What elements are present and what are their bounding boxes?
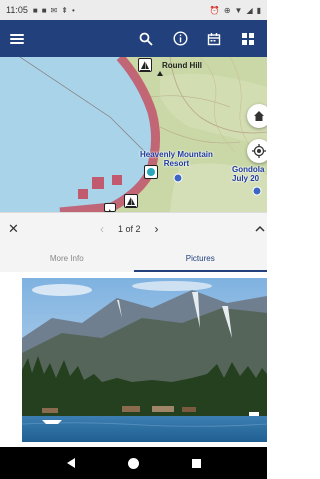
tab-more-info-label: More Info	[49, 253, 84, 263]
map-label-gondola-line2: July 20	[232, 174, 260, 183]
sailboat-marker-icon[interactable]	[138, 58, 152, 72]
my-location-icon	[252, 144, 266, 158]
pager-nav: ‹ 1 of 2 ›	[100, 213, 159, 245]
wifi-icon: ▼	[234, 5, 243, 15]
map-label-gondola: Gondola July 20	[232, 165, 264, 183]
mail-icon: ✉	[50, 5, 58, 15]
sailboat-marker-icon[interactable]	[104, 203, 116, 212]
status-bar: 11:05 ■ ■ ✉ ⇞ • ⏰ ⊕ ▼ ◢ ▮	[0, 0, 267, 20]
my-location-button[interactable]	[247, 139, 267, 163]
app-bar-actions	[137, 30, 257, 48]
tab-pictures-label: Pictures	[185, 253, 215, 263]
home-icon	[254, 111, 264, 121]
next-arrow-icon[interactable]: ›	[155, 222, 159, 236]
tab-pictures[interactable]: Pictures	[133, 244, 268, 272]
selected-place-marker-icon[interactable]	[144, 165, 158, 179]
place-photo[interactable]	[22, 278, 267, 442]
detail-pager-bar: ✕ ‹ 1 of 2 ›	[0, 212, 267, 244]
sailboat-marker-icon[interactable]	[124, 194, 138, 208]
app-bar	[0, 20, 267, 57]
tab-more-info[interactable]: More Info	[0, 244, 134, 272]
detail-tabs: More Info Pictures	[0, 244, 267, 272]
map-canvas	[0, 57, 267, 212]
notification-icon: ■	[32, 5, 38, 15]
home-button[interactable]	[247, 104, 267, 128]
status-right-icons: ⏰ ⊕ ▼ ◢ ▮	[210, 6, 261, 15]
info-icon[interactable]	[171, 30, 189, 48]
home-circle-icon[interactable]	[127, 457, 139, 469]
chevron-up-icon[interactable]	[255, 222, 265, 236]
previous-arrow-icon[interactable]: ‹	[100, 222, 104, 236]
map-label-round-hill: Round Hill	[162, 61, 202, 70]
vibrate-icon: ⊕	[223, 5, 231, 15]
back-icon[interactable]	[66, 458, 75, 468]
signal-icon: ◢	[246, 5, 253, 15]
alarm-icon: ⏰	[209, 5, 220, 15]
map-label-gondola-line1: Gondola	[232, 165, 265, 174]
lake-mountain-photo	[22, 278, 267, 442]
status-time: 11:05	[6, 5, 28, 15]
recent-apps-icon[interactable]	[191, 458, 201, 468]
pager-position: 1 of 2	[118, 224, 141, 234]
map-view[interactable]: Round Hill Heavenly Mountain Resort Gond…	[0, 57, 267, 212]
navigation-icon: ⇞	[61, 5, 68, 15]
calendar-icon[interactable]	[205, 30, 223, 48]
system-navigation-bar	[0, 447, 267, 479]
battery-icon: ▮	[256, 5, 261, 15]
app-screen: 11:05 ■ ■ ✉ ⇞ • ⏰ ⊕ ▼ ◢ ▮ Round Hill Hea…	[0, 0, 267, 479]
map-label-heavenly-line1: Heavenly Mountain	[140, 150, 213, 159]
grid-icon[interactable]	[239, 30, 257, 48]
search-icon[interactable]	[137, 30, 155, 48]
dot-icon: •	[71, 5, 75, 15]
hamburger-menu-icon[interactable]	[10, 33, 24, 44]
notification-icon: ■	[41, 5, 47, 15]
close-icon[interactable]: ✕	[8, 221, 19, 237]
